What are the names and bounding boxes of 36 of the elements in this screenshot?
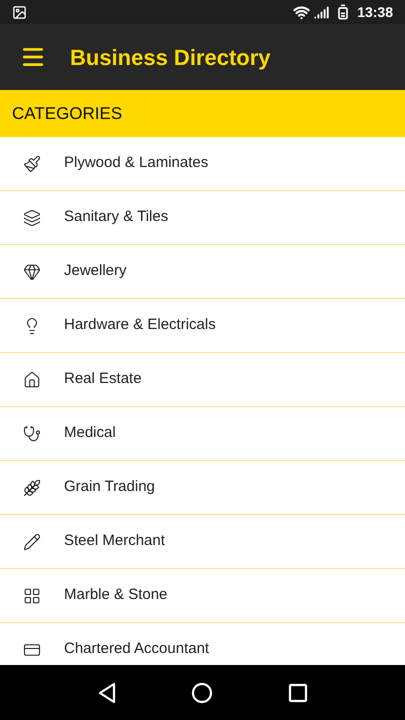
category-item[interactable]: Marble & Stone [0, 569, 405, 623]
layers-icon [23, 208, 41, 226]
back-icon[interactable] [97, 682, 118, 704]
app-title: Business Directory [70, 44, 271, 72]
category-item[interactable]: Sanitary & Tiles [0, 191, 405, 245]
category-label: Jewellery [64, 261, 127, 282]
brush-icon [23, 154, 41, 172]
category-item[interactable]: Jewellery [0, 245, 405, 299]
category-label: Sanitary & Tiles [64, 207, 168, 228]
category-item[interactable]: Real Estate [0, 353, 405, 407]
category-label: Steel Merchant [64, 531, 165, 552]
signal-icon [314, 4, 330, 20]
category-label: Real Estate [64, 369, 142, 390]
category-label: Chartered Accountant [64, 639, 210, 660]
pencil-icon [23, 532, 41, 550]
category-item[interactable]: Plywood & Laminates [0, 137, 405, 191]
category-item[interactable]: Grain Trading [0, 461, 405, 515]
diamond-icon [23, 262, 41, 280]
stethoscope-icon [23, 424, 41, 442]
wifi-icon [293, 4, 310, 20]
category-label: Grain Trading [64, 477, 155, 498]
category-label: Hardware & Electricals [64, 315, 216, 336]
section-title: CATEGORIES [12, 102, 122, 125]
category-label: Medical [64, 423, 116, 444]
category-item[interactable]: Hardware & Electricals [0, 299, 405, 353]
recents-icon[interactable] [288, 682, 308, 702]
grid-icon [23, 586, 41, 604]
home-icon[interactable] [191, 682, 214, 704]
category-label: Marble & Stone [64, 585, 168, 606]
status-time: 13:38 [357, 2, 393, 22]
category-item[interactable]: Steel Merchant [0, 515, 405, 569]
image-notification-icon [12, 4, 27, 20]
wheat-icon [23, 478, 41, 496]
category-label: Plywood & Laminates [64, 153, 208, 174]
category-item[interactable]: Medical [0, 407, 405, 461]
house-icon [23, 370, 41, 388]
